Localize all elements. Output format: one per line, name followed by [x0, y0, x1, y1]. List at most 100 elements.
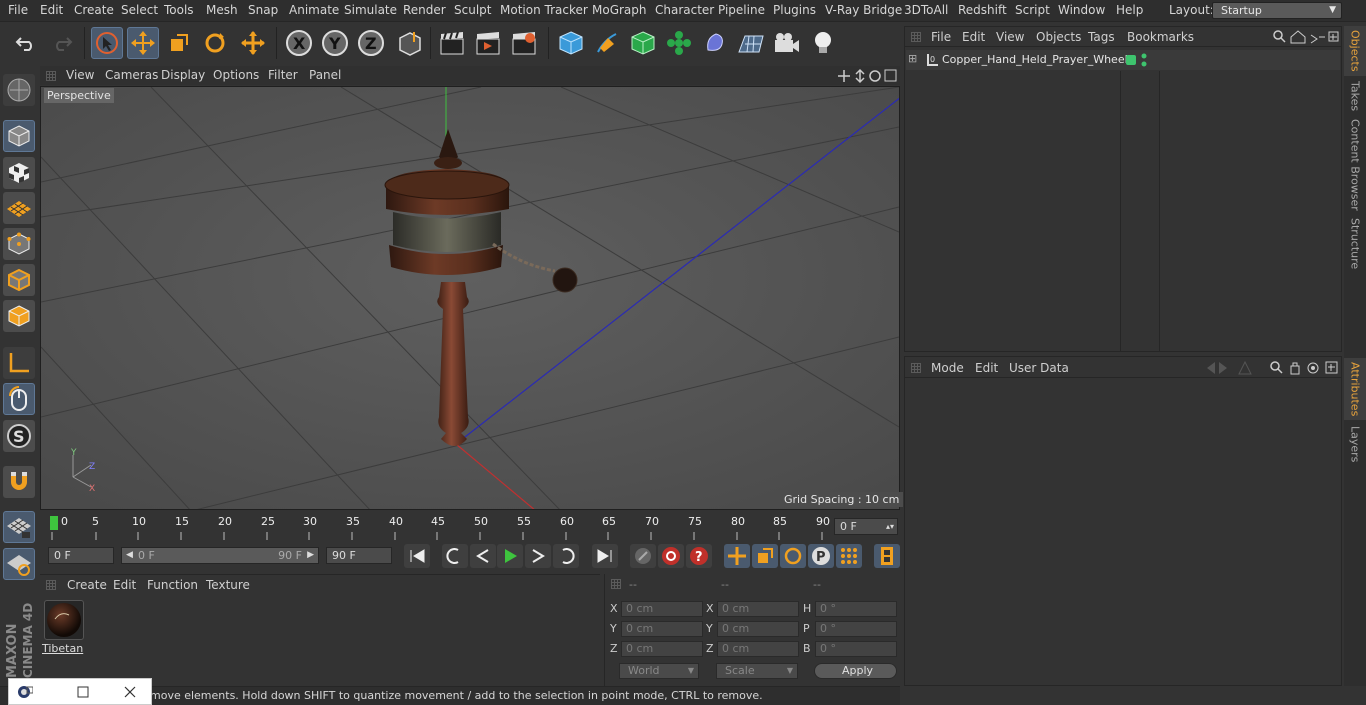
- menu-file[interactable]: File: [8, 3, 28, 17]
- key-parameter-button[interactable]: P: [808, 544, 834, 568]
- size-x-field[interactable]: 0 cm: [717, 601, 799, 617]
- layer-color-swatch[interactable]: [1126, 55, 1136, 65]
- transform-tool-button[interactable]: [237, 27, 269, 59]
- material-name-label[interactable]: Tibetan: [42, 642, 83, 655]
- viewport-scene[interactable]: Y Z X: [41, 87, 900, 510]
- tab-objects[interactable]: Objects: [1344, 26, 1366, 76]
- viewport-menu-filter[interactable]: Filter: [268, 68, 298, 82]
- tab-layers[interactable]: Layers: [1344, 424, 1366, 464]
- rotation-h-field[interactable]: 0 °: [815, 601, 897, 617]
- next-key-button[interactable]: [553, 544, 579, 568]
- add-light-button[interactable]: [807, 27, 839, 59]
- rotation-b-field[interactable]: 0 °: [815, 641, 897, 657]
- points-mode-button[interactable]: [3, 228, 35, 260]
- menu-help[interactable]: Help: [1116, 3, 1143, 17]
- polygons-mode-button[interactable]: [3, 300, 35, 332]
- object-menu-tags[interactable]: Tags: [1088, 30, 1115, 44]
- add-cube-button[interactable]: [555, 27, 587, 59]
- menu-sculpt[interactable]: Sculpt: [454, 3, 491, 17]
- viewport-nav-icons[interactable]: [836, 68, 898, 84]
- x-axis-lock-button[interactable]: X: [283, 27, 315, 59]
- object-manager-tool-icons[interactable]: [1271, 29, 1339, 45]
- viewport-menu-cameras[interactable]: Cameras: [105, 68, 158, 82]
- tab-content-browser[interactable]: Content Browser: [1344, 118, 1366, 212]
- undo-button[interactable]: [10, 27, 42, 59]
- render-to-picture-viewer-button[interactable]: [472, 27, 504, 59]
- menu-3dtoall[interactable]: 3DToAll: [904, 3, 948, 17]
- attribute-menu-user-data[interactable]: User Data: [1009, 361, 1069, 375]
- menu-script[interactable]: Script: [1015, 3, 1050, 17]
- keyframe-selection-button[interactable]: ?: [686, 544, 712, 568]
- add-deformer-button[interactable]: [699, 27, 731, 59]
- coordinate-system-button[interactable]: [393, 27, 425, 59]
- workplane-axis-button[interactable]: [3, 548, 35, 580]
- timeline-window-button[interactable]: [874, 544, 900, 568]
- key-position-button[interactable]: [724, 544, 750, 568]
- menu-snap[interactable]: Snap: [248, 3, 278, 17]
- autokey-button[interactable]: [658, 544, 684, 568]
- menu-plugins[interactable]: Plugins: [773, 3, 816, 17]
- viewport-menu-options[interactable]: Options: [213, 68, 259, 82]
- object-menu-edit[interactable]: Edit: [962, 30, 985, 44]
- object-name[interactable]: Copper_Hand_Held_Prayer_Wheel: [942, 53, 1128, 66]
- object-menu-bookmarks[interactable]: Bookmarks: [1127, 30, 1194, 44]
- live-selection-button[interactable]: [91, 27, 123, 59]
- size-y-field[interactable]: 0 cm: [717, 621, 799, 637]
- menu-select[interactable]: Select: [121, 3, 158, 17]
- tweak-mode-button[interactable]: [3, 383, 35, 415]
- material-menu-create[interactable]: Create: [67, 578, 107, 592]
- solo-button[interactable]: S: [3, 420, 35, 452]
- coordinate-mode-select[interactable]: Scale ▼: [716, 663, 798, 679]
- add-floor-button[interactable]: [735, 27, 767, 59]
- add-camera-button[interactable]: [771, 27, 803, 59]
- menu-pipeline[interactable]: Pipeline: [718, 3, 765, 17]
- move-tool-button[interactable]: [127, 27, 159, 59]
- expand-icon[interactable]: ⊞: [908, 52, 917, 65]
- attribute-menu-edit[interactable]: Edit: [975, 361, 998, 375]
- key-rotation-button[interactable]: [780, 544, 806, 568]
- size-z-field[interactable]: 0 cm: [717, 641, 799, 657]
- perspective-viewport[interactable]: Y Z X: [40, 86, 900, 510]
- object-row[interactable]: ⊞ 0 Copper_Hand_Held_Prayer_Wheel: [906, 50, 1340, 70]
- apply-button[interactable]: Apply: [814, 663, 897, 679]
- menu-animate[interactable]: Animate: [289, 3, 339, 17]
- key-scale-button[interactable]: [752, 544, 778, 568]
- menu-render[interactable]: Render: [403, 3, 446, 17]
- menu-create[interactable]: Create: [74, 3, 114, 17]
- menu-window[interactable]: Window: [1058, 3, 1105, 17]
- model-mode-button[interactable]: [3, 120, 35, 152]
- close-icon[interactable]: [123, 685, 137, 699]
- position-y-field[interactable]: 0 cm: [621, 621, 703, 637]
- previous-frame-button[interactable]: [470, 544, 496, 568]
- viewport-menu-view[interactable]: View: [66, 68, 94, 82]
- goto-start-button[interactable]: [404, 544, 430, 568]
- object-menu-file[interactable]: File: [931, 30, 951, 44]
- goto-end-button[interactable]: [592, 544, 618, 568]
- start-frame-field[interactable]: 0 F: [48, 547, 114, 564]
- make-editable-button[interactable]: [3, 74, 35, 106]
- timeline-ruler[interactable]: 0 5 10 15 20 25 30 35 40 45 50 55 60 65 …: [40, 512, 900, 540]
- workplane-mode-button[interactable]: [3, 192, 35, 224]
- coordinate-space-select[interactable]: World ▼: [619, 663, 699, 679]
- position-x-field[interactable]: 0 cm: [621, 601, 703, 617]
- object-menu-objects[interactable]: Objects: [1036, 30, 1081, 44]
- y-axis-lock-button[interactable]: Y: [319, 27, 351, 59]
- menu-vray-bridge[interactable]: V-Ray Bridge: [825, 3, 902, 17]
- position-z-field[interactable]: 0 cm: [621, 641, 703, 657]
- attribute-manager-tool-icons[interactable]: [1205, 360, 1339, 376]
- workplane-lock-button[interactable]: [3, 511, 35, 543]
- frame-range-slider[interactable]: ◀ 0 F 90 F ▶: [121, 547, 319, 564]
- current-frame-field[interactable]: 0 F ▴▾: [834, 518, 898, 535]
- rotation-p-field[interactable]: 0 °: [815, 621, 897, 637]
- material-menu-edit[interactable]: Edit: [113, 578, 136, 592]
- next-frame-button[interactable]: [525, 544, 551, 568]
- play-button[interactable]: [497, 544, 523, 568]
- menu-character[interactable]: Character: [655, 3, 714, 17]
- visibility-dots-icon[interactable]: [1140, 53, 1148, 67]
- key-pla-button[interactable]: [836, 544, 862, 568]
- material-swatch[interactable]: [44, 600, 84, 640]
- tab-attributes[interactable]: Attributes: [1344, 358, 1366, 420]
- scale-tool-button[interactable]: [163, 27, 195, 59]
- previous-key-button[interactable]: [442, 544, 468, 568]
- menu-simulate[interactable]: Simulate: [344, 3, 397, 17]
